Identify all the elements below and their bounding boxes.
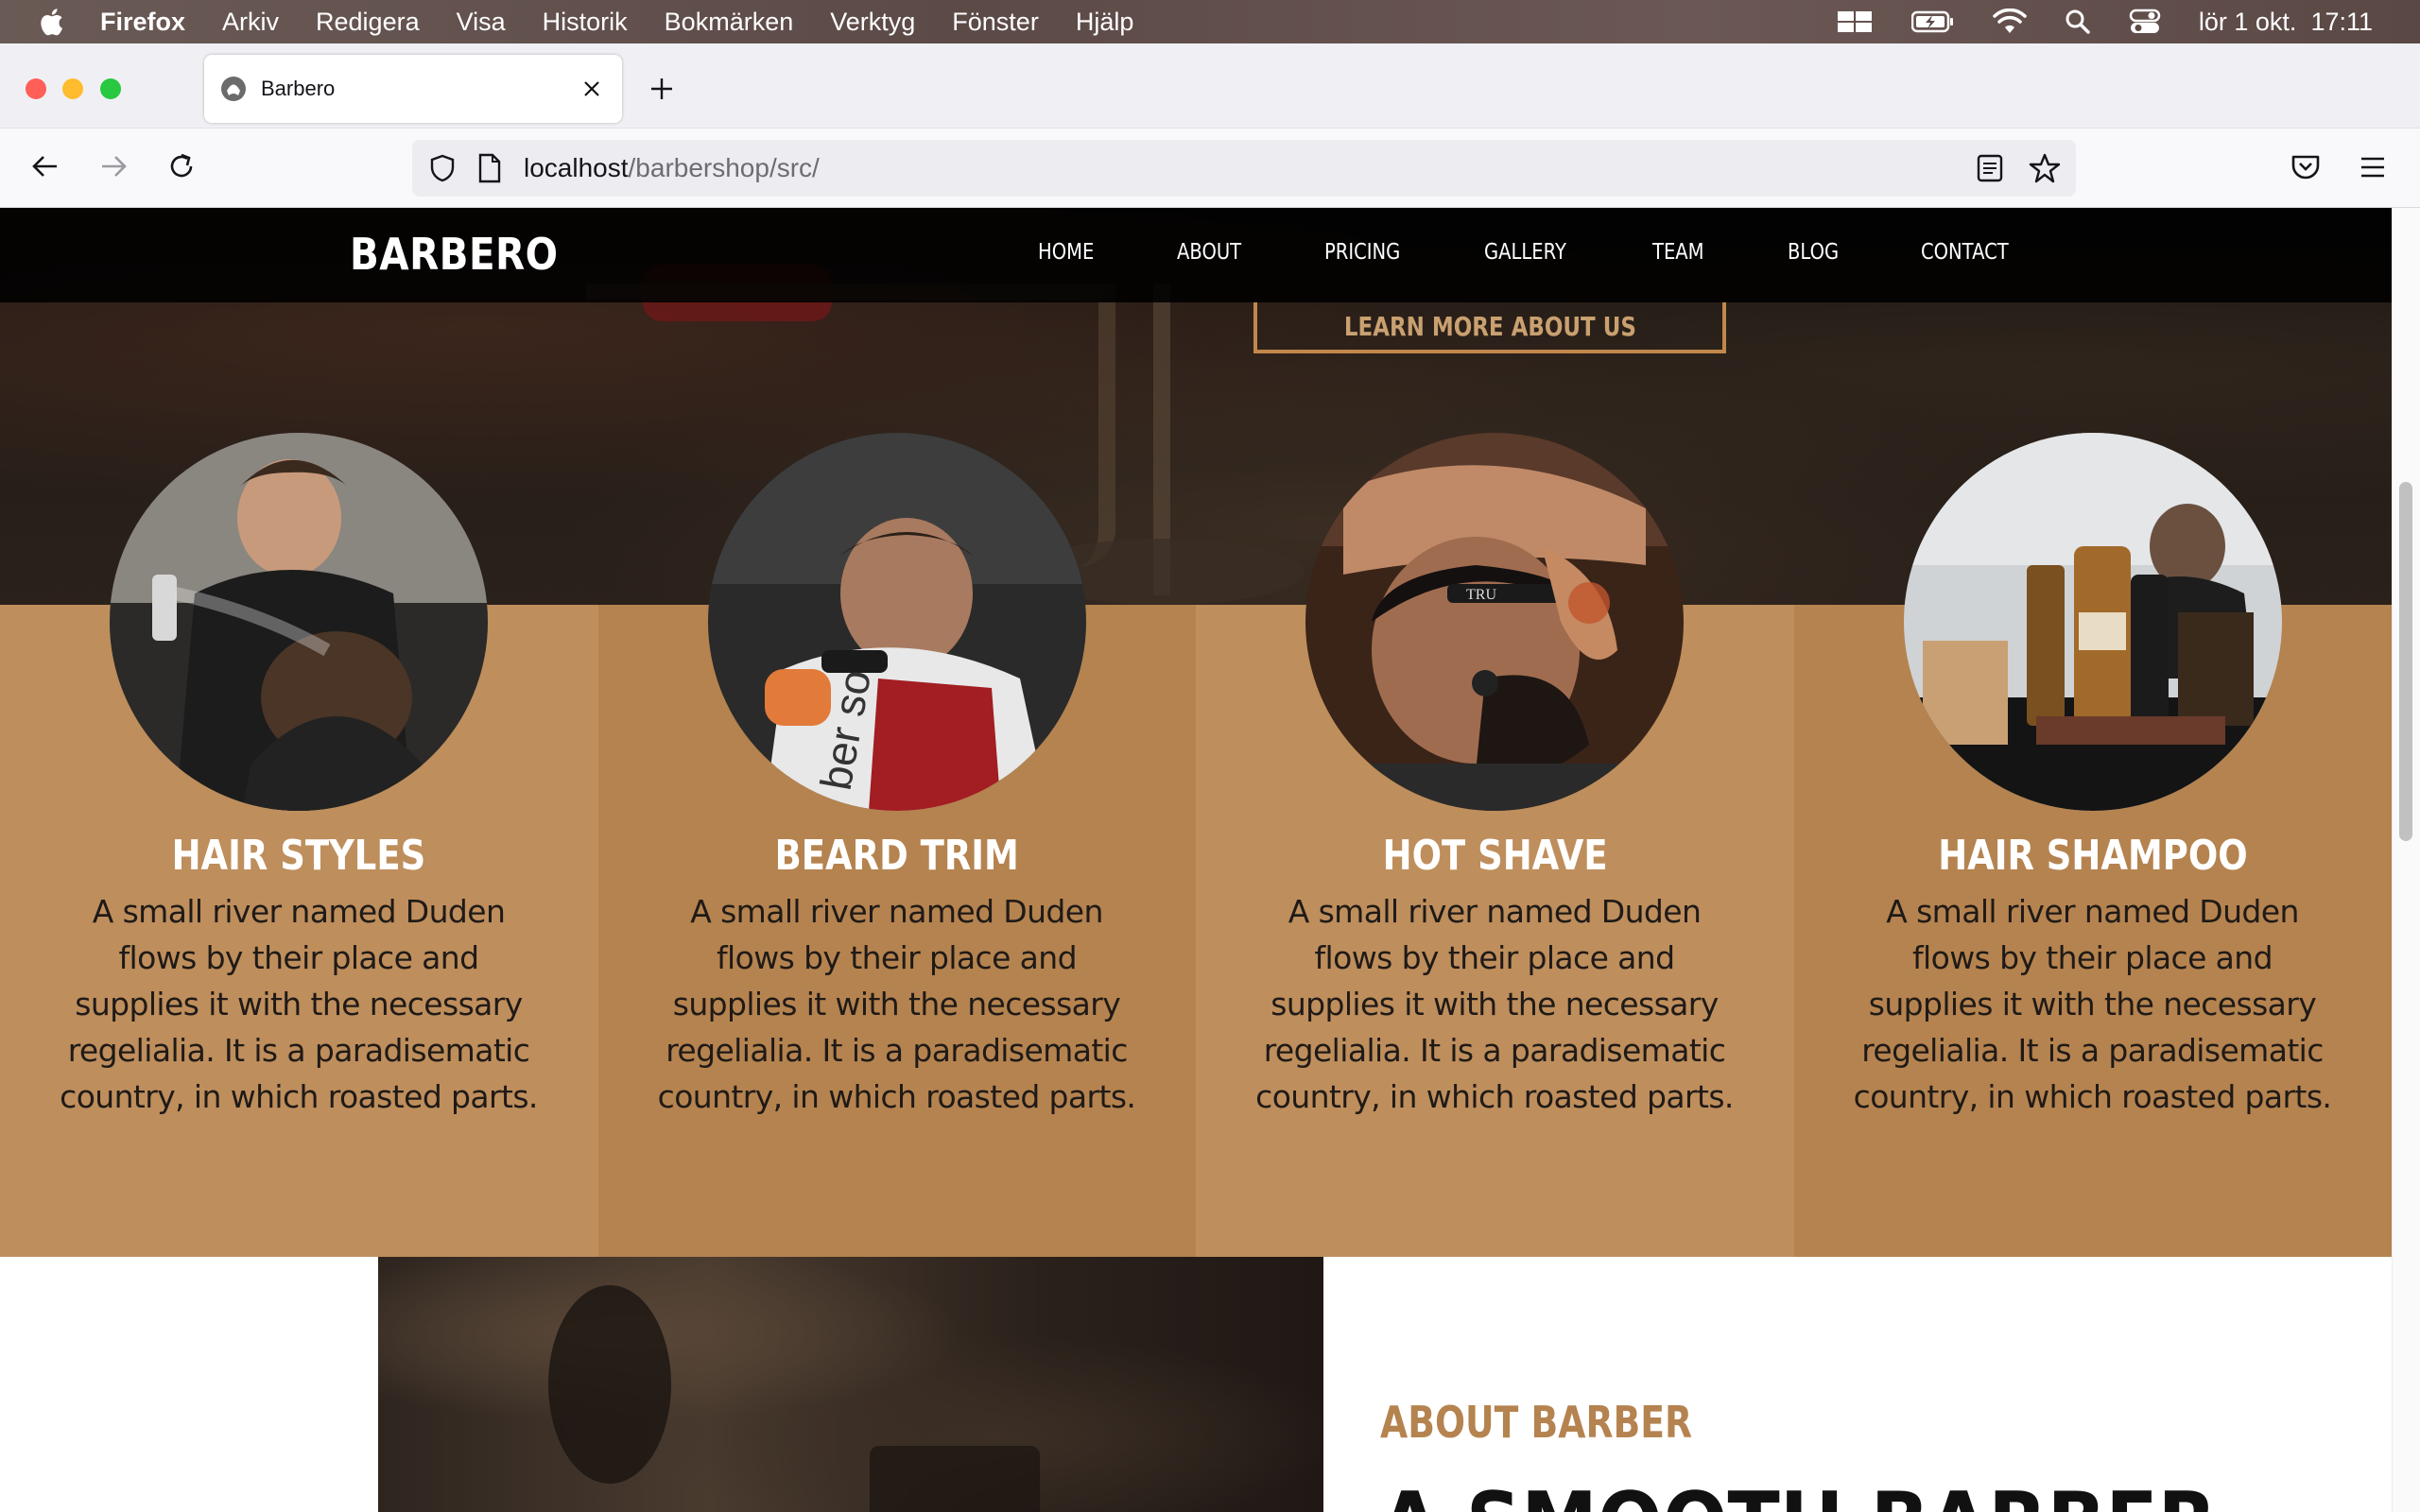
bottles-shape	[870, 1446, 1040, 1512]
site-logo[interactable]: BARBERO	[350, 229, 559, 280]
url-text[interactable]: localhost/barbershop/src/	[524, 153, 820, 183]
menu-arkiv[interactable]: Arkiv	[222, 8, 279, 37]
url-host: localhost	[524, 153, 629, 182]
learn-more-button[interactable]: LEARN MORE ABOUT US	[1253, 302, 1726, 353]
pocket-icon[interactable]	[2290, 151, 2322, 183]
menu-bokmarken[interactable]: Bokmärken	[665, 8, 794, 37]
nav-contact[interactable]: CONTACT	[1921, 240, 2009, 265]
tab-close-icon[interactable]	[580, 77, 603, 100]
about-section-heading: A SMOOTH BARBER	[1380, 1474, 2309, 1512]
nav-blog[interactable]: BLOG	[1788, 240, 1839, 265]
learn-more-label: LEARN MORE ABOUT US	[1343, 310, 1636, 342]
control-center-icon[interactable]	[2129, 8, 2161, 36]
nav-about[interactable]: ABOUT	[1177, 240, 1241, 265]
page-scrollbar-track[interactable]	[2392, 208, 2420, 1512]
menubar-clock[interactable]: lör 1 okt. 17:11	[2199, 8, 2373, 37]
service-description: A small river named Duden flows by their…	[1853, 893, 2332, 1115]
nav-team[interactable]: TEAM	[1652, 240, 1704, 265]
service-title: HAIR STYLES	[0, 832, 598, 880]
menu-fonster[interactable]: Fönster	[952, 8, 1039, 37]
service-description: A small river named Duden flows by their…	[1255, 893, 1734, 1115]
barber-spraying-hair-photo	[110, 433, 488, 811]
service-card-hair-shampoo: HAIR SHAMPOO A small river named Duden f…	[1793, 433, 2393, 1257]
hot-shave-razor-photo: TRU	[1305, 433, 1684, 811]
service-title-text: BEARD TRIM	[774, 832, 1019, 880]
service-title-text: HAIR STYLES	[171, 832, 426, 880]
window-close-button[interactable]	[26, 78, 46, 99]
menu-visa[interactable]: Visa	[457, 8, 506, 37]
macos-menubar: Firefox Arkiv Redigera Visa Historik Bok…	[0, 0, 2420, 43]
about-label-text: ABOUT BARBER	[1380, 1397, 1693, 1448]
menu-hamburger-icon[interactable]	[2358, 153, 2388, 181]
url-path: /barbershop/src/	[628, 153, 820, 182]
nav-gallery[interactable]: GALLERY	[1484, 240, 1566, 265]
battery-icon[interactable]	[1910, 9, 1955, 34]
tracking-protection-shield-icon[interactable]	[427, 153, 458, 183]
service-card-hair-styles: HAIR STYLES A small river named Duden fl…	[0, 433, 598, 1257]
service-title-text: HOT SHAVE	[1382, 832, 1608, 880]
display-icon[interactable]	[1836, 8, 1874, 36]
service-title-text: HAIR SHAMPOO	[1938, 832, 2248, 880]
reload-icon[interactable]	[164, 149, 199, 183]
about-barbershop-photo	[378, 1257, 1323, 1512]
service-card-beard-trim: ber so BEARD TRIM A small river named Du…	[597, 433, 1197, 1257]
service-card-hot-shave: TRU HOT SHAVE A small river named Duden …	[1196, 433, 1794, 1257]
service-title: HOT SHAVE	[1196, 832, 1794, 880]
back-arrow-icon[interactable]	[28, 149, 62, 183]
search-icon[interactable]	[2065, 9, 2091, 35]
page-info-icon[interactable]	[476, 153, 503, 183]
forward-arrow-icon[interactable]	[96, 149, 130, 183]
service-description: A small river named Duden flows by their…	[60, 893, 538, 1115]
beard-trim-photo: ber so	[707, 433, 1086, 811]
service-description: A small river named Duden flows by their…	[657, 893, 1136, 1115]
new-tab-icon[interactable]	[648, 76, 675, 102]
service-title: HAIR SHAMPOO	[1794, 832, 2393, 880]
window-zoom-button[interactable]	[100, 78, 121, 99]
svg-text:TRU: TRU	[1466, 587, 1496, 603]
nav-home[interactable]: HOME	[1038, 240, 1094, 265]
menu-verktyg[interactable]: Verktyg	[830, 8, 915, 37]
browser-tab[interactable]: Barbero	[204, 55, 622, 123]
page-scrollbar-thumb[interactable]	[2399, 482, 2412, 841]
reader-view-icon[interactable]	[1976, 153, 2004, 183]
hair-products-photo	[1903, 433, 2282, 811]
services-section: HAIR STYLES A small river named Duden fl…	[0, 433, 2393, 1257]
tab-title: Barbero	[261, 77, 336, 100]
menu-redigera[interactable]: Redigera	[316, 8, 420, 37]
site-header: BARBERO HOME ABOUT PRICING GALLERY TEAM …	[0, 208, 2392, 302]
bookmark-star-icon[interactable]	[2029, 152, 2061, 184]
apple-icon[interactable]	[36, 6, 64, 38]
wifi-icon[interactable]	[1993, 9, 2027, 35]
service-title: BEARD TRIM	[598, 832, 1197, 880]
menu-historik[interactable]: Historik	[543, 8, 628, 37]
url-bar[interactable]: localhost/barbershop/src/	[412, 140, 2076, 197]
menu-app-name[interactable]: Firefox	[100, 8, 185, 37]
barbero-favicon-icon	[221, 77, 246, 101]
about-heading-text: A SMOOTH BARBER	[1380, 1474, 2217, 1512]
about-section-label: ABOUT BARBER	[1380, 1397, 1761, 1448]
mirror-shape	[548, 1285, 671, 1484]
menu-hjalp[interactable]: Hjälp	[1076, 8, 1134, 37]
nav-pricing[interactable]: PRICING	[1324, 240, 1400, 265]
window-minimize-button[interactable]	[62, 78, 83, 99]
